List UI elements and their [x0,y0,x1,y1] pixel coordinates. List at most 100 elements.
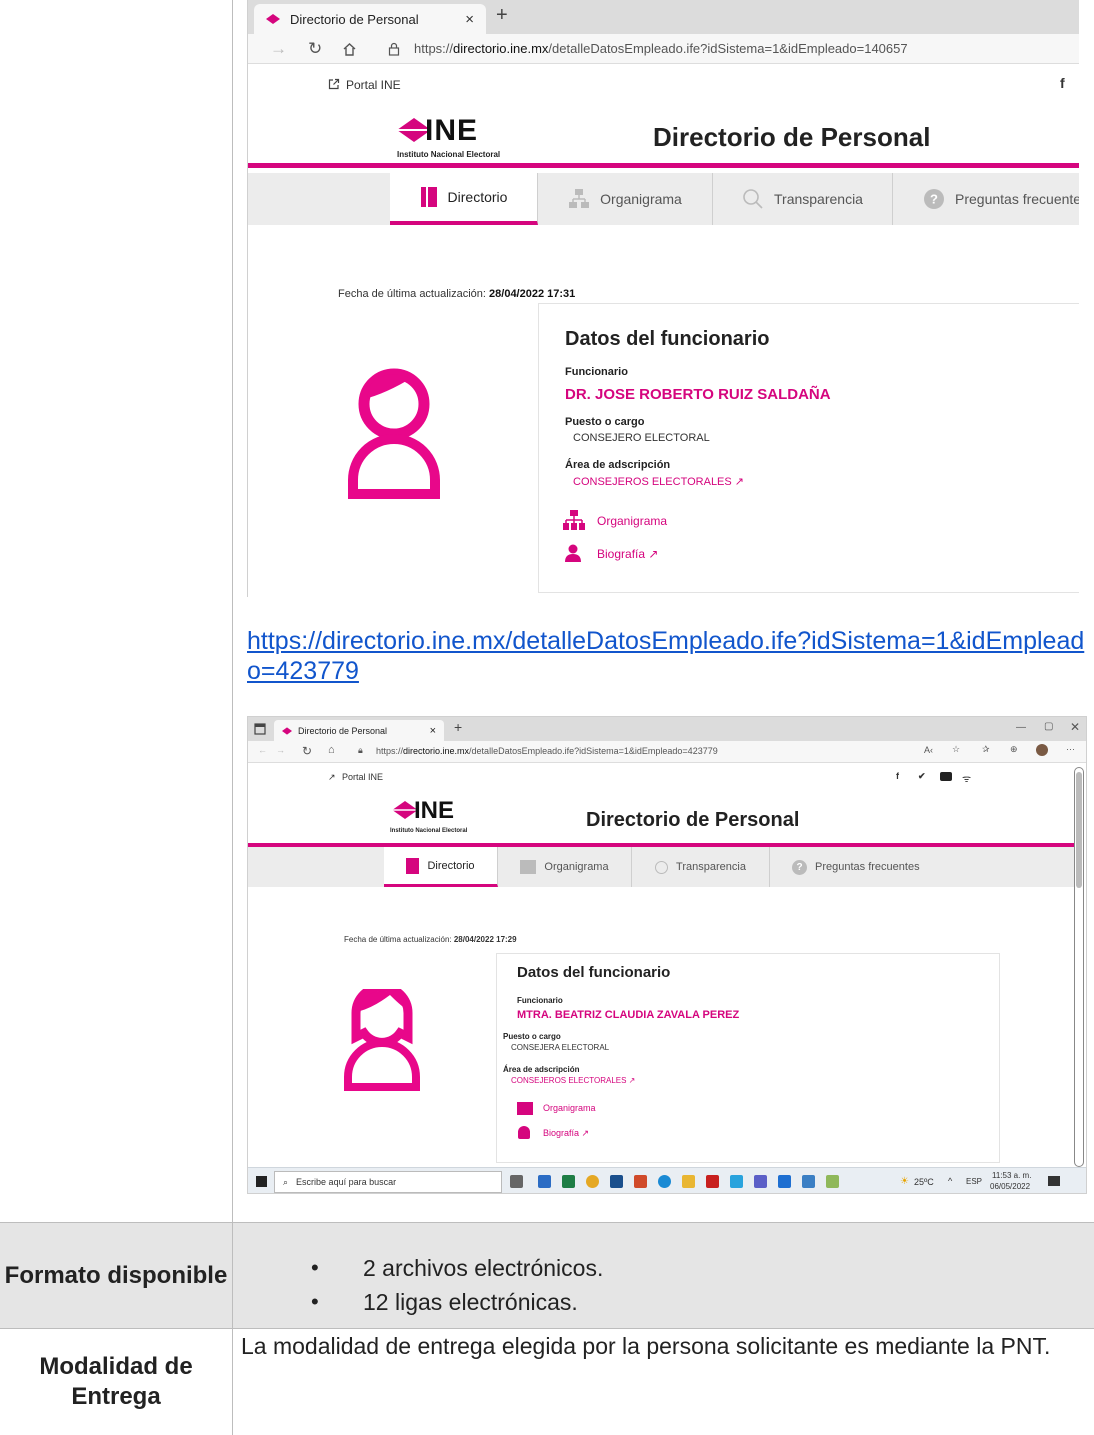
ine-logo: INE Instituto Nacional Electoral [393,112,533,162]
external-link-icon [328,78,340,90]
collections-icon[interactable]: ⊕ [1010,744,1018,755]
skype-icon[interactable] [730,1175,743,1188]
profile-avatar[interactable] [1036,744,1048,756]
app-s-icon[interactable] [778,1175,791,1188]
task-view-icon[interactable] [510,1175,523,1188]
app-paint-icon[interactable] [826,1175,839,1188]
portal-ine-link[interactable]: Portal INE [342,772,383,782]
funcionario-name: DR. JOSE ROBERTO RUIZ SALDAÑA [565,386,831,403]
teams-icon[interactable] [754,1175,767,1188]
file-explorer-icon[interactable] [682,1175,695,1188]
chrome-icon[interactable] [586,1175,599,1188]
menu-preguntas[interactable]: ? Preguntas frecuentes [770,847,950,887]
puesto-value: CONSEJERO ELECTORAL [573,432,710,444]
official-card: Datos del funcionario Funcionario MTRA. … [496,953,1000,1163]
document-hyperlink[interactable]: https://directorio.ine.mx/detalleDatosEm… [247,626,1087,686]
window-menu-icon[interactable] [254,723,266,735]
new-tab-button[interactable]: + [454,719,462,735]
url-field[interactable]: https://directorio.ine.mx/detalleDatosEm… [414,41,908,56]
lock-icon [388,42,400,56]
puesto-label: Puesto o cargo [565,416,645,428]
close-window-icon[interactable]: ✕ [1070,720,1080,734]
maximize-icon[interactable]: ▢ [1044,721,1053,732]
area-link[interactable]: CONSEJEROS ELECTORALES ↗ [573,475,744,488]
official-card: Datos del funcionario Funcionario DR. JO… [538,303,1079,593]
facebook-icon[interactable]: f [1060,75,1065,91]
reload-icon[interactable]: ↻ [302,744,312,758]
forward-arrow-icon[interactable]: → [276,745,285,755]
organigrama-link[interactable]: Organigrama [597,514,667,528]
update-date: Fecha de última actualización: 28/04/202… [344,935,517,944]
female-avatar-icon [344,989,420,1091]
windows-start-icon[interactable] [256,1176,267,1187]
powerpoint-icon[interactable] [634,1175,647,1188]
menu-directorio[interactable]: Directorio [384,847,498,887]
app-meeting-icon[interactable] [802,1175,815,1188]
notifications-icon[interactable] [1048,1176,1060,1186]
reload-icon[interactable]: ↻ [308,39,322,59]
close-tab-icon[interactable]: × [465,11,474,28]
org-chart-icon [563,510,585,530]
menu-preguntas[interactable]: ? Preguntas frecuentes [893,173,1079,225]
menu-organigrama[interactable]: Organigrama [538,173,713,225]
magnifier-icon [743,189,763,209]
edge-icon[interactable] [658,1175,671,1188]
rss-icon[interactable]: ᯤ [962,771,971,785]
favorites-icon[interactable]: ✰ [982,744,990,755]
browser-tab[interactable]: Directorio de Personal × [254,4,486,34]
more-menu-icon[interactable]: ··· [1066,744,1075,754]
page-title: Directorio de Personal [586,809,800,831]
language-indicator[interactable]: ESP [966,1177,982,1186]
logo-word: INE [414,797,455,824]
taskbar-search[interactable]: ⌕ Escribe aquí para buscar [274,1171,502,1193]
menu-transparencia[interactable]: Transparencia [713,173,893,225]
area-link[interactable]: CONSEJEROS ELECTORALES ↗ [511,1076,635,1085]
ine-favicon-icon [266,14,280,24]
menu-transparencia[interactable]: Transparencia [632,847,770,887]
scrollbar-thumb[interactable] [1076,772,1082,888]
formato-value: 2 archivos electrónicos. 12 ligas electr… [233,1223,1094,1328]
back-arrow-icon[interactable]: ← [258,745,267,755]
weather-text[interactable]: 25ºC [914,1177,934,1187]
browser-tab[interactable]: Directorio de Personal × [274,720,444,741]
list-item: 12 ligas electrónicas. [311,1287,1094,1317]
facebook-icon[interactable]: f [896,771,899,781]
area-label: Área de adscripción [503,1065,580,1074]
youtube-icon[interactable] [940,772,952,781]
minimize-icon[interactable]: — [1016,722,1026,733]
funcionario-label: Funcionario [517,996,563,1005]
clock-date[interactable]: 06/05/2022 [990,1182,1030,1191]
scrollbar[interactable] [1074,767,1084,1167]
excel-icon[interactable] [562,1175,575,1188]
acrobat-icon[interactable] [706,1175,719,1188]
org-chart-icon [569,189,590,208]
tab-strip: Directorio de Personal × + [248,0,1079,34]
home-icon[interactable] [342,42,357,56]
home-icon[interactable]: ⌂ [328,744,335,756]
menu-organigrama[interactable]: Organigrama [498,847,632,887]
formato-row: Formato disponible 2 archivos electrónic… [0,1222,1094,1328]
external-link-icon: ↗ [328,772,336,782]
tray-chevron-icon[interactable]: ^ [948,1176,952,1186]
twitter-icon[interactable]: ✔ [918,771,926,782]
favorite-star-icon[interactable]: ☆ [952,744,960,755]
close-tab-icon[interactable]: × [430,725,436,737]
outlook-icon[interactable] [610,1175,623,1188]
card-title: Datos del funcionario [517,964,671,981]
organigrama-link[interactable]: Organigrama [543,1103,596,1113]
browser-screenshot-1: Directorio de Personal × + → ↻ https://d… [247,0,1079,597]
biografia-link[interactable]: Biografía ↗ [597,547,658,561]
search-icon: ⌕ [283,1176,289,1187]
back-arrow-icon[interactable]: → [270,39,287,59]
url-field[interactable]: https://directorio.ine.mx/detalleDatosEm… [376,746,718,756]
portal-ine-link[interactable]: Portal INE [346,78,401,92]
tab-title: Directorio de Personal [298,725,388,736]
clock-time[interactable]: 11:53 a. m. [992,1171,1031,1180]
menu-directorio[interactable]: Directorio [390,173,538,225]
browser-screenshot-2: Directorio de Personal × + — ▢ ✕ ← → ↻ ⌂… [247,716,1087,1194]
new-tab-button[interactable]: + [496,4,508,27]
update-date: Fecha de última actualización: 28/04/202… [338,288,576,300]
read-aloud-icon[interactable]: A‹ [924,745,933,755]
biografia-link[interactable]: Biografía ↗ [543,1128,589,1139]
word-icon[interactable] [538,1175,551,1188]
